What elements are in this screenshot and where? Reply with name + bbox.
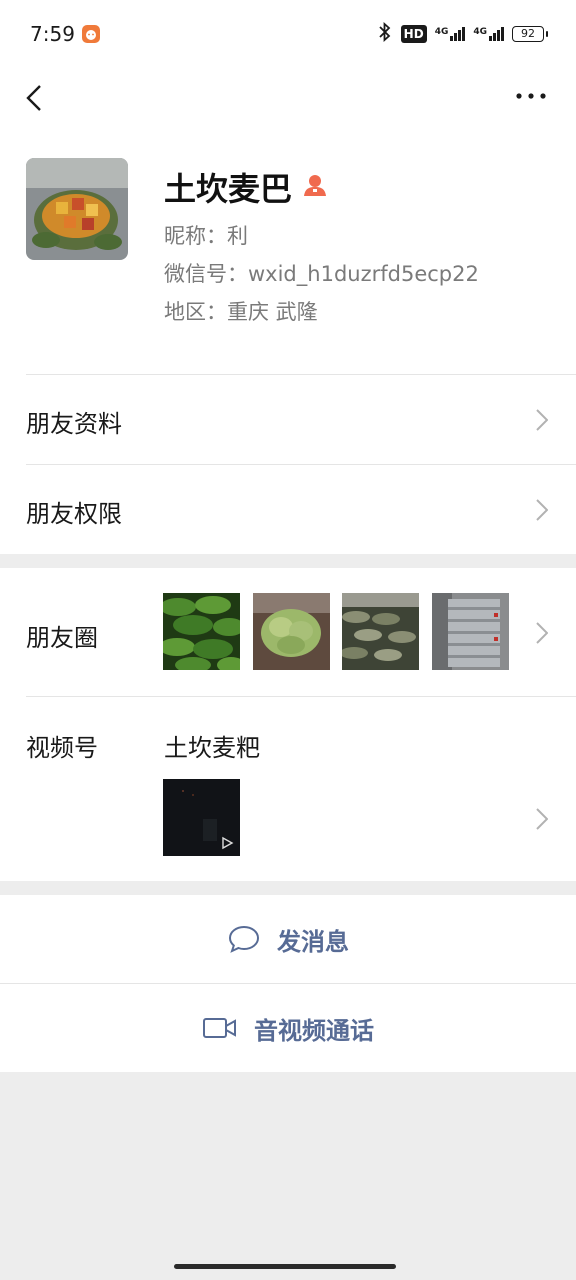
status-bar: 7:59 HD 4G 4G 92 <box>0 0 576 68</box>
name-row: 土坎麦巴 <box>164 164 328 210</box>
moments-photo-3 <box>342 593 419 670</box>
video-call-button[interactable]: 音视频通话 <box>0 984 576 1072</box>
app-notification-icon <box>82 25 100 43</box>
bluetooth-icon <box>377 21 393 46</box>
friend-permission-label: 朋友权限 <box>26 500 122 528</box>
moments-channels-section: 朋友圈 视频号 土坎麦粑 <box>0 568 576 881</box>
nav-bar <box>0 68 576 128</box>
hd-badge: HD <box>400 25 427 43</box>
friend-info-row[interactable]: 朋友资料 <box>0 374 576 464</box>
battery-icon: 92 <box>512 26 548 42</box>
chevron-right-icon <box>536 808 548 830</box>
avatar[interactable] <box>26 158 128 260</box>
video-call-label: 音视频通话 <box>254 1016 374 1045</box>
status-time: 7:59 <box>30 22 75 46</box>
send-message-label: 发消息 <box>277 927 349 956</box>
channels-name: 土坎麦粑 <box>164 734 260 762</box>
profile-name: 土坎麦巴 <box>164 170 293 208</box>
signal-2-icon: 4G <box>473 27 504 41</box>
moments-photo-2 <box>253 593 330 670</box>
channels-row[interactable]: 视频号 土坎麦粑 <box>0 696 576 881</box>
moments-photo-4 <box>432 593 509 670</box>
friend-settings-section: 朋友资料 朋友权限 <box>0 374 576 554</box>
friend-info-label: 朋友资料 <box>26 410 122 438</box>
channels-label: 视频号 <box>26 734 98 762</box>
nickname-text: 昵称：利 <box>164 224 248 248</box>
chevron-right-icon <box>536 409 548 431</box>
moments-row[interactable]: 朋友圈 <box>0 568 576 696</box>
wechat-id-text: 微信号：wxid_h1duzrfd5ecp22 <box>164 262 479 286</box>
signal-1-icon: 4G <box>435 27 466 41</box>
female-icon <box>302 172 328 202</box>
video-camera-icon <box>203 1018 236 1038</box>
play-icon <box>222 836 234 850</box>
moments-label: 朋友圈 <box>26 624 98 652</box>
moments-photo-1 <box>163 593 240 670</box>
back-arrow-icon[interactable] <box>22 80 46 116</box>
status-icons: HD 4G 4G 92 <box>377 21 548 46</box>
friend-permission-row[interactable]: 朋友权限 <box>0 464 576 554</box>
send-message-button[interactable]: 发消息 <box>0 895 576 983</box>
chevron-right-icon <box>536 622 548 644</box>
region-text: 地区：重庆 武隆 <box>164 300 318 324</box>
more-icon[interactable] <box>514 86 548 106</box>
chat-bubble-icon <box>228 925 260 953</box>
profile-header: 土坎麦巴 昵称：利 微信号：wxid_h1duzrfd5ecp22 地区：重庆 … <box>0 128 576 374</box>
channels-video-thumb[interactable] <box>163 779 240 856</box>
chevron-right-icon <box>536 499 548 521</box>
home-indicator[interactable] <box>174 1264 396 1269</box>
